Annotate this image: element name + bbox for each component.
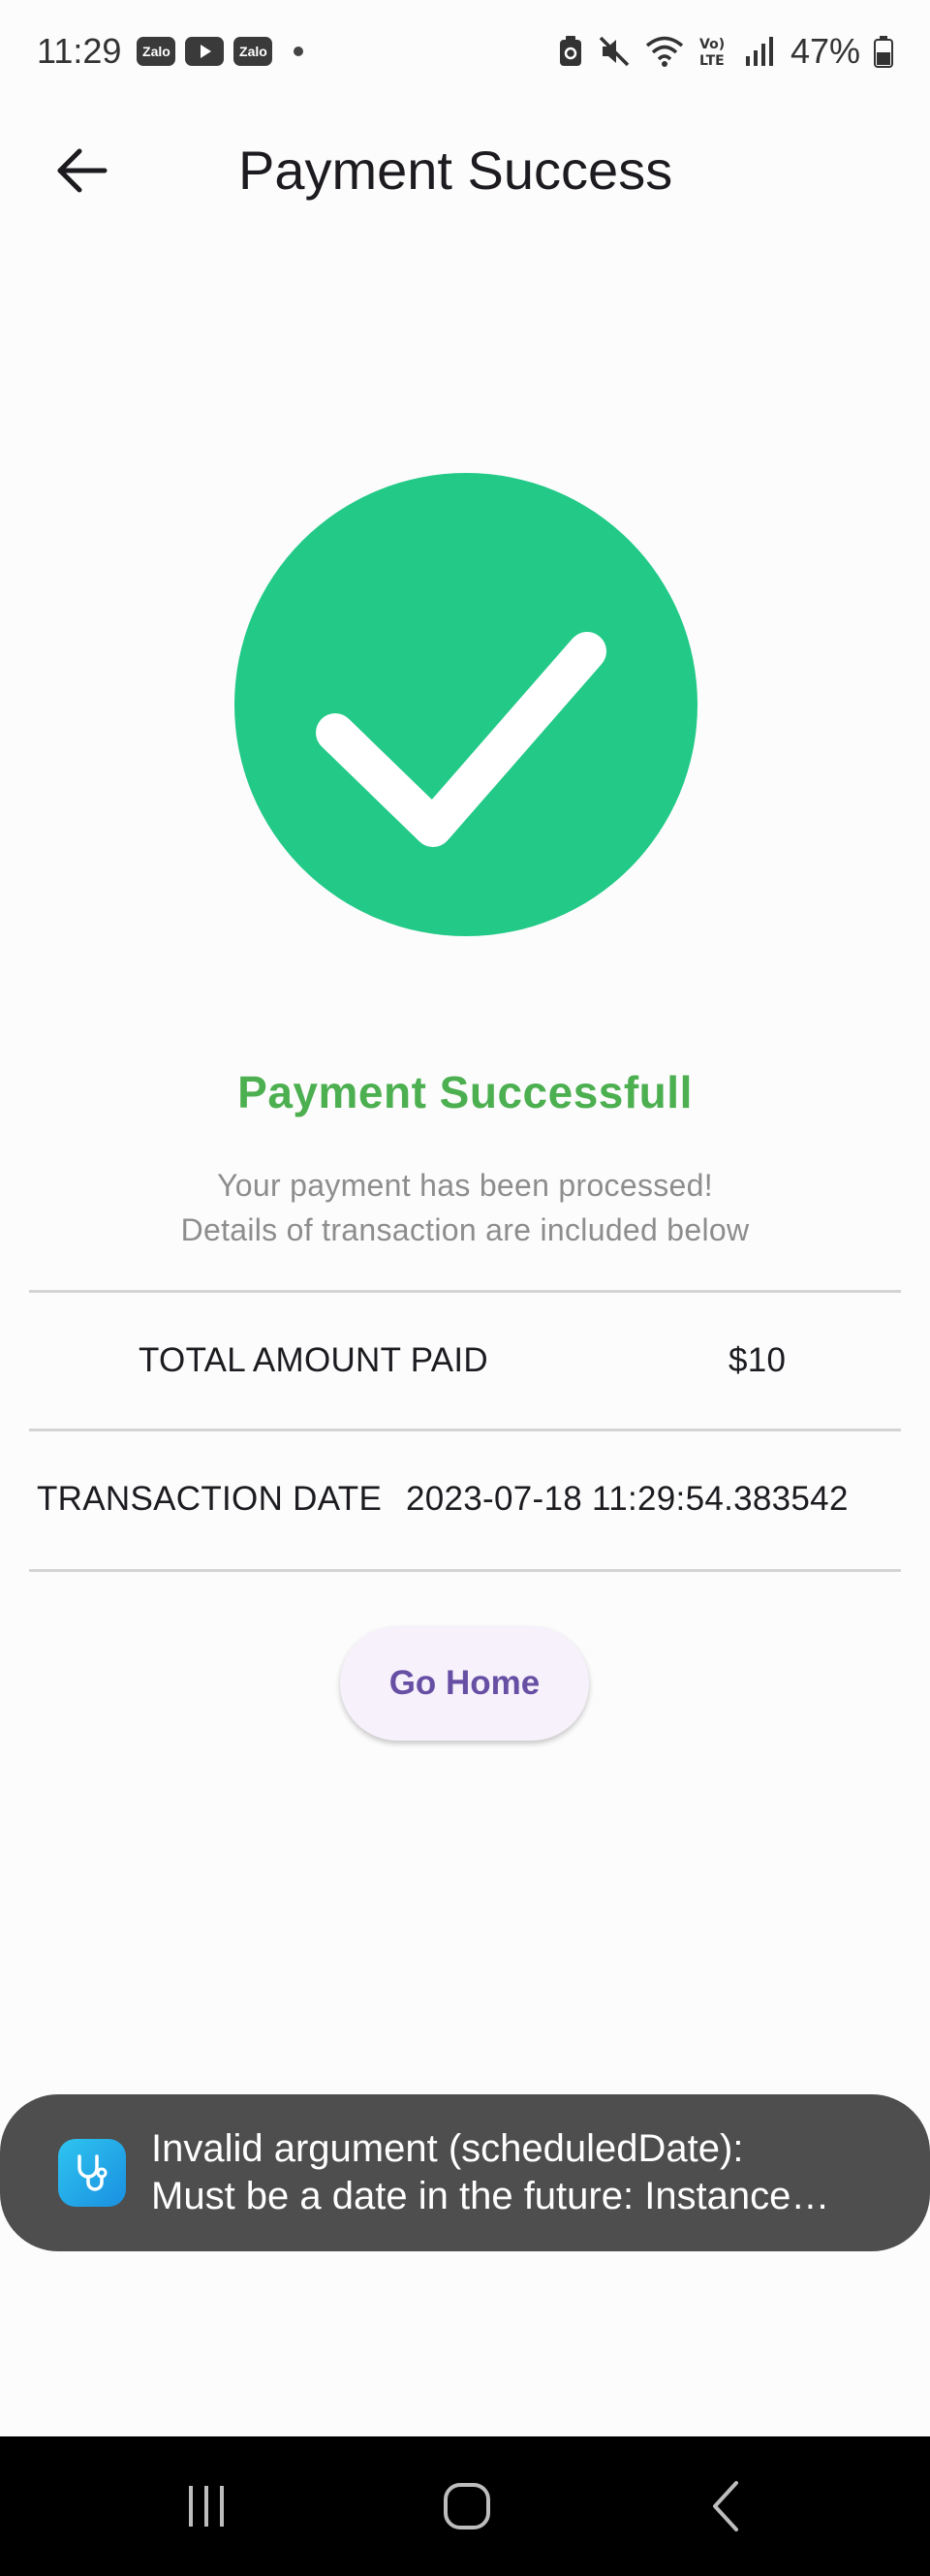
back-chevron-icon — [713, 2481, 738, 2531]
status-bar: 11:29 Zalo Zalo Vo) LTE 47% — [0, 0, 930, 103]
wifi-icon — [645, 36, 684, 67]
arrow-left-icon — [57, 148, 108, 193]
status-left: 11:29 Zalo Zalo — [37, 31, 304, 72]
divider-top — [29, 1290, 901, 1293]
amount-label: TOTAL AMOUNT PAID — [139, 1341, 488, 1379]
battery-saver-icon — [559, 36, 581, 66]
volte-icon: Vo) LTE — [699, 37, 725, 68]
app-bar: Payment Success — [0, 116, 930, 225]
toast-message-line-1: Invalid argument (scheduledDate): — [151, 2127, 744, 2170]
success-heading: Payment Successfull — [237, 1067, 693, 1117]
status-right: Vo) LTE 47% — [558, 31, 893, 72]
checkmark-icon — [316, 632, 606, 847]
recents-icon — [189, 2486, 224, 2527]
check-circle-icon — [234, 473, 698, 936]
svg-text:LTE: LTE — [699, 53, 725, 68]
success-description-line-2: Details of transaction are included belo… — [180, 1212, 750, 1247]
transaction-date-value: 2023-07-18 11:29:54.383542 — [406, 1480, 849, 1518]
stethoscope-icon — [58, 2139, 126, 2207]
home-button[interactable] — [423, 2475, 511, 2537]
status-time: 11:29 — [37, 31, 122, 71]
divider-bottom — [29, 1569, 901, 1572]
zalo-notification-icon: Zalo — [137, 37, 176, 66]
recents-button[interactable] — [163, 2475, 250, 2537]
toast-message: Invalid argument (scheduledDate): Must b… — [151, 2125, 887, 2220]
error-toast: Invalid argument (scheduledDate): Must b… — [0, 2094, 930, 2251]
svg-text:Vo): Vo) — [699, 37, 725, 52]
success-description: Your payment has been processed! Details… — [0, 1163, 930, 1252]
youtube-notification-icon — [185, 37, 225, 66]
back-button[interactable] — [41, 138, 122, 204]
transaction-date-label: TRANSACTION DATE — [37, 1480, 383, 1518]
payment-success-screen: 11:29 Zalo Zalo Vo) LTE 47% Payment Succ… — [0, 0, 930, 2576]
toast-message-line-2: Must be a date in the future: Instance… — [151, 2175, 830, 2217]
go-home-button[interactable]: Go Home — [340, 1626, 589, 1741]
more-notifications-dot — [294, 47, 304, 56]
divider-middle — [29, 1429, 901, 1431]
zalo-notification-icon-2: Zalo — [233, 37, 273, 66]
page-title: Payment Success — [238, 140, 673, 201]
amount-value: $10 — [728, 1341, 787, 1379]
battery-percent: 47% — [790, 31, 860, 71]
system-back-button[interactable] — [684, 2475, 771, 2537]
system-nav-bar — [0, 2436, 930, 2576]
home-icon — [444, 2483, 490, 2529]
success-description-line-1: Your payment has been processed! — [217, 1168, 713, 1203]
battery-icon — [874, 36, 893, 68]
signal-icon — [745, 37, 773, 66]
mute-icon — [599, 36, 630, 67]
